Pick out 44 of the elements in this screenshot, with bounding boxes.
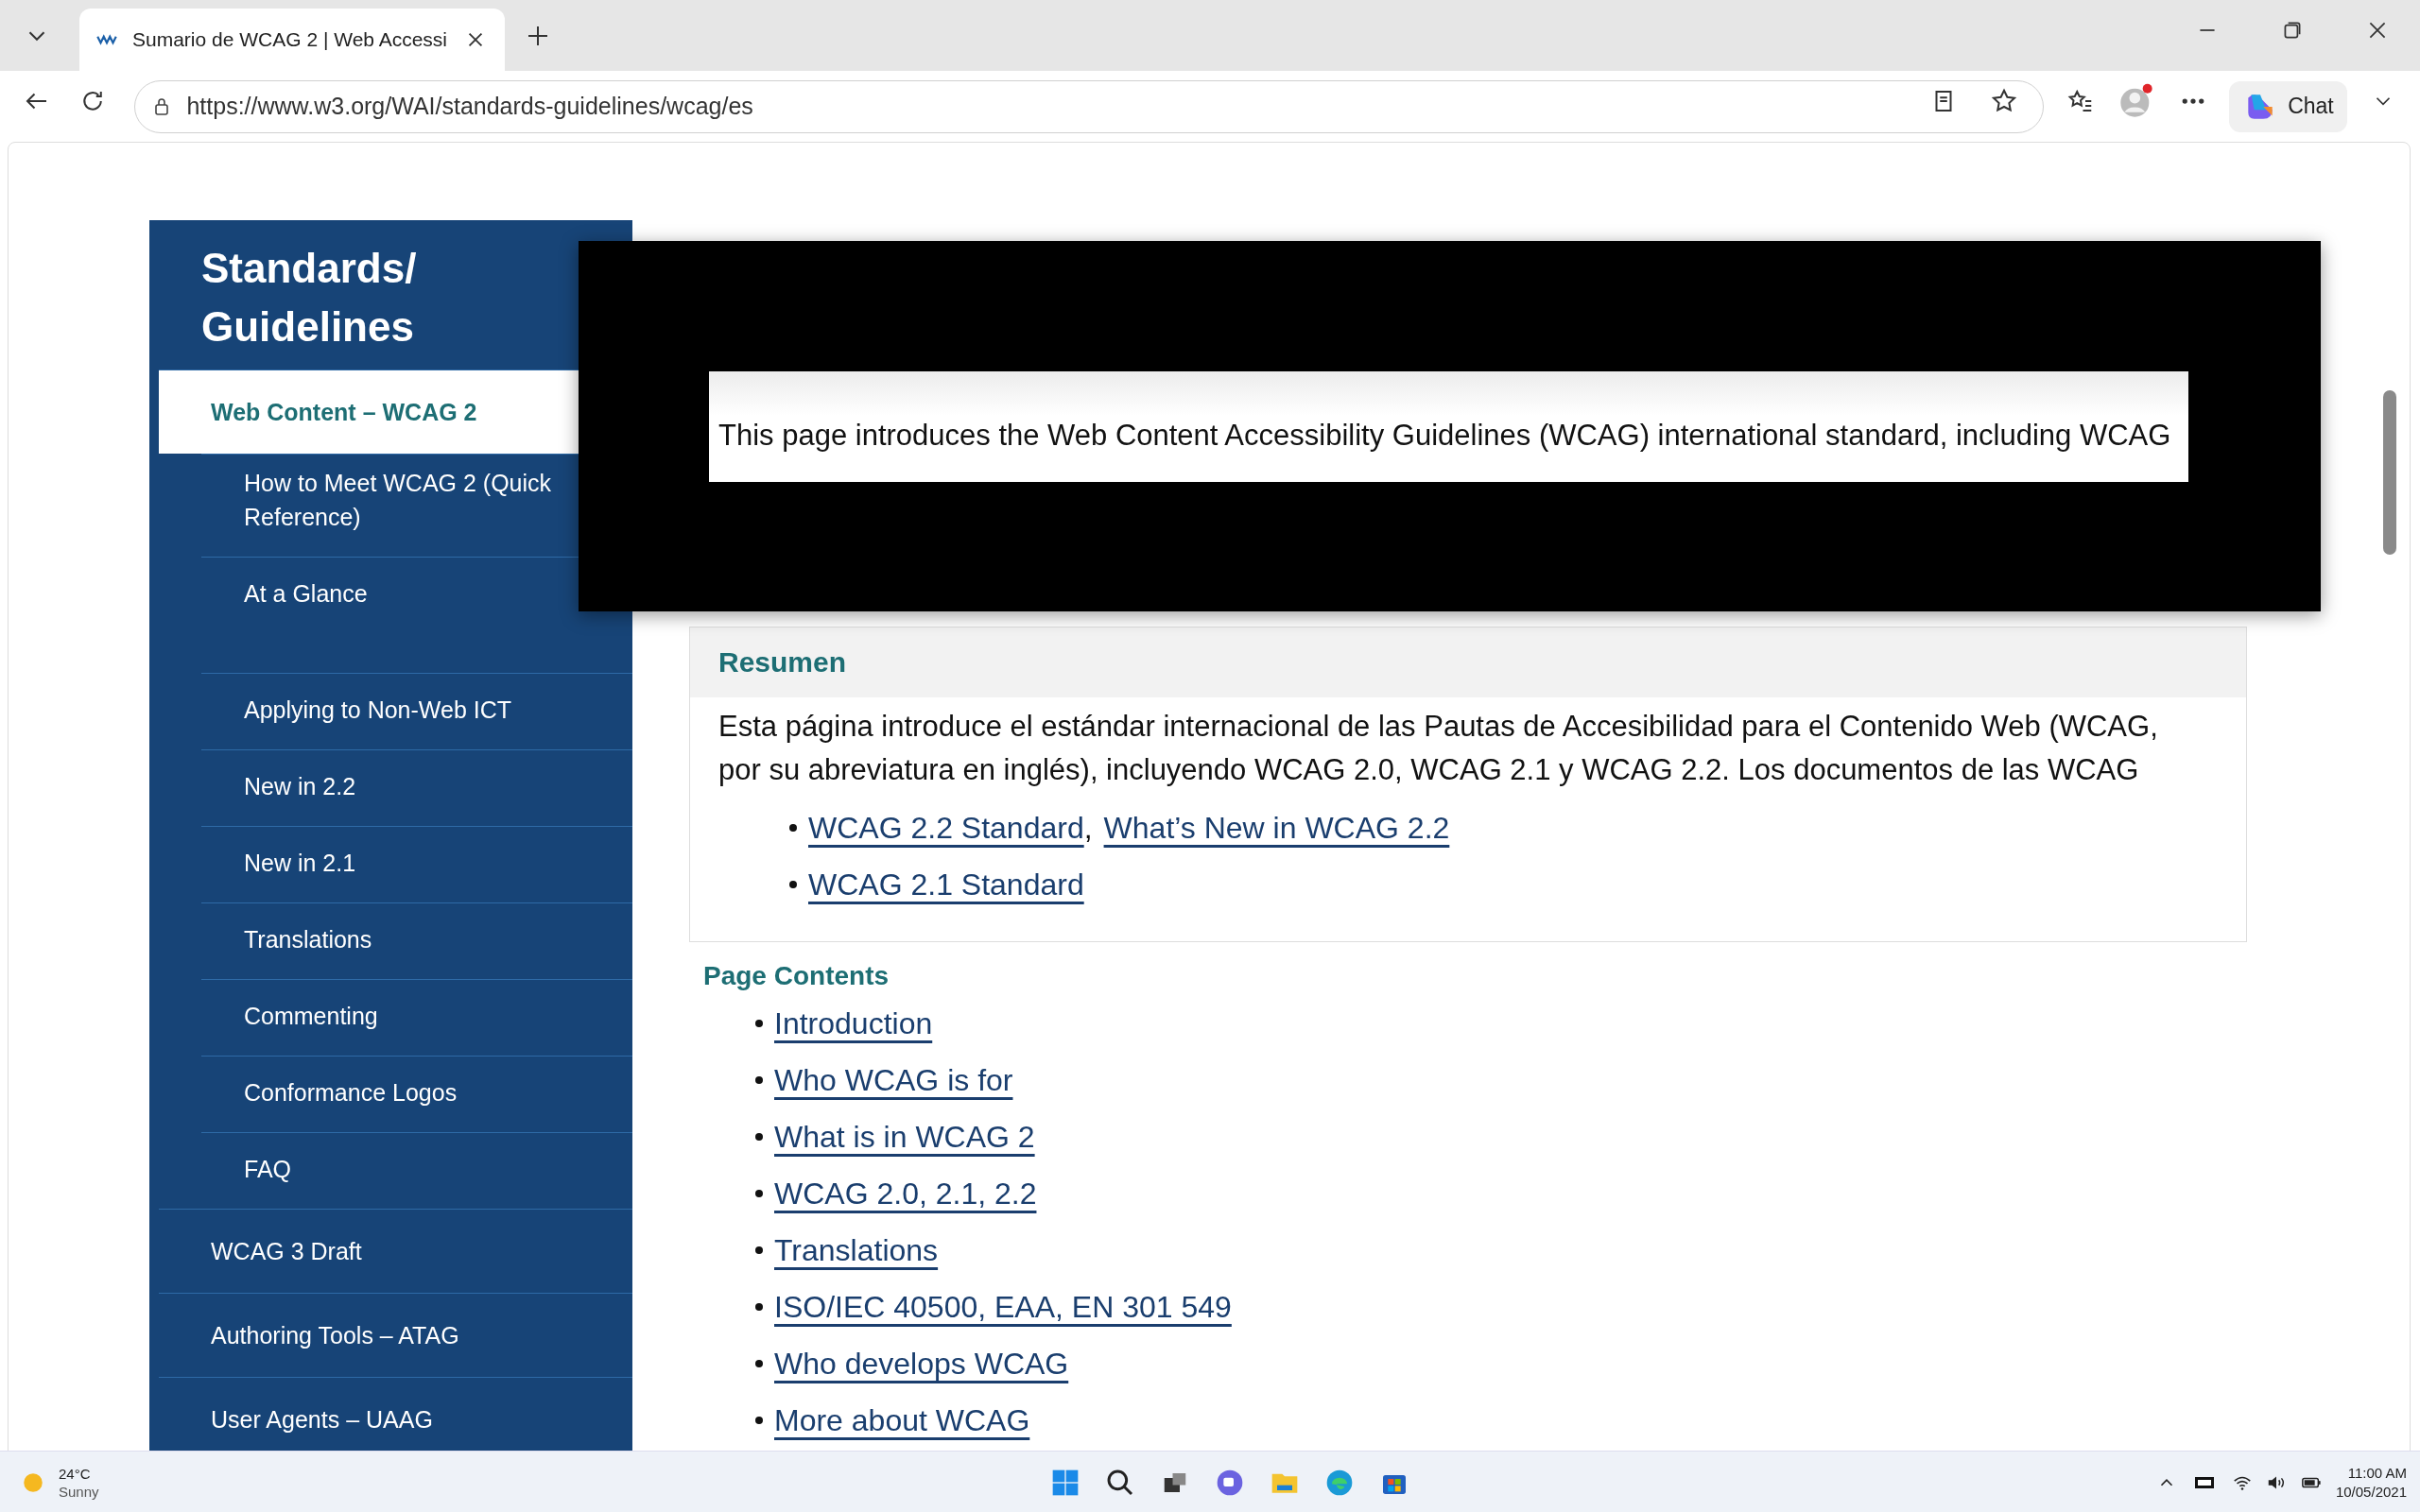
contents-link[interactable]: What is in WCAG 2 (774, 1108, 1035, 1165)
sidebar-item[interactable]: Authoring Tools – ATAG (159, 1293, 632, 1377)
bullet-icon (755, 1303, 763, 1311)
clock-date: 10/05/2021 (2335, 1482, 2407, 1502)
link[interactable]: What’s New in WCAG 2.2 (1103, 799, 1450, 856)
bullet-icon (755, 1190, 763, 1197)
contents-link[interactable]: WCAG 2.0, 2.1, 2.2 (774, 1165, 1037, 1222)
chat-button[interactable]: Chat (2229, 80, 2347, 132)
separator-text: , (1083, 810, 1093, 847)
bullet-icon (755, 1020, 763, 1027)
browser-tab[interactable]: Sumario de WCAG 2 | Web Accessi (79, 9, 505, 71)
sidebar-title: Standards/ Guidelines (200, 244, 418, 352)
bullet-icon (789, 824, 797, 832)
clock-time: 11:00 AM (2346, 1463, 2407, 1483)
bullet-icon (755, 1360, 763, 1367)
sidebar-subitem[interactable]: Applying to Non-Web ICT (201, 673, 632, 749)
tab-title: Sumario de WCAG 2 | Web Accessi (132, 28, 448, 51)
contents-link[interactable]: ISO/IEC 40500, EAA, EN 301 549 (774, 1279, 1232, 1335)
summary-paragraph: Esta página introduce el estándar internacional de las Pautas de Accesibilidad para el Contenido Web (WCAG, por su abreviatura en inglés), incluyendo WCAG 2.0, WCAG 2.1 y WCAG 2.2. Los documentos de las WCAG (718, 709, 2159, 788)
contents-link[interactable]: Translations (774, 1222, 939, 1279)
contents-link[interactable]: Who WCAG is for (774, 1052, 1013, 1108)
sidebar-subitem[interactable]: New in 2.2 (201, 749, 632, 826)
caption-text: This page introduces the Web Content Accessibility Guidelines (WCAG) international standard, including WCAG (718, 419, 2171, 452)
sidebar-item[interactable]: WCAG 3 Draft (159, 1209, 632, 1293)
bullet-icon (755, 1133, 763, 1141)
panel-heading: Resumen (690, 627, 2246, 697)
sidebar-subitem[interactable]: Commenting (201, 979, 632, 1056)
url-text: https://www.w3.org/WAI/standards-guidelines/wcag/es (186, 93, 754, 120)
bullet-icon (789, 881, 797, 888)
contents-link[interactable]: More about WCAG (774, 1392, 1030, 1449)
sidebar-subitem[interactable]: Translations (201, 902, 632, 979)
bullet-icon (755, 1076, 763, 1084)
page-contents-heading: Page Contents (703, 961, 890, 991)
bullet-icon (755, 1246, 763, 1254)
bullet-icon (755, 1417, 763, 1424)
sidebar-subitem[interactable]: New in 2.1 (201, 826, 632, 902)
weather-condition: Sunny (59, 1482, 99, 1501)
link[interactable]: WCAG 2.2 Standard (808, 799, 1084, 856)
sidebar-subitem[interactable]: FAQ (201, 1132, 632, 1209)
sidebar-subitem[interactable]: Conformance Logos (201, 1056, 632, 1132)
temperature: 24°C (59, 1464, 92, 1483)
contents-link[interactable]: Introduction (774, 995, 933, 1052)
contents-link[interactable]: Who develops WCAG (774, 1335, 1069, 1392)
link[interactable]: WCAG 2.1 Standard (808, 856, 1084, 913)
